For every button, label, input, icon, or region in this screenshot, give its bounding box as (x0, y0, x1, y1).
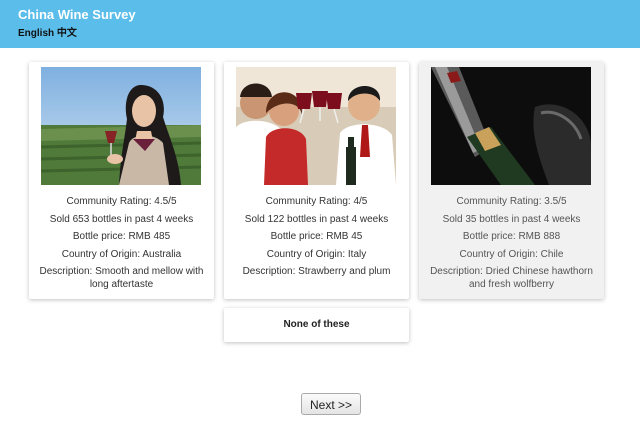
wine-option-card-3[interactable]: Community Rating: 3.5/5 Sold 35 bottles … (419, 62, 604, 299)
bottle-price: Bottle price: RMB 45 (270, 231, 363, 242)
country-of-origin: Country of Origin: Italy (266, 248, 367, 260)
app-title: China Wine Survey (18, 7, 136, 22)
next-button[interactable]: Next >> (301, 393, 361, 415)
wine-option-card-2[interactable]: Community Rating: 4/5 Sold 122 bottles i… (224, 62, 409, 299)
bottle-price: Bottle price: RMB 485 (72, 231, 171, 242)
country-of-origin: Country of Origin: Australia (61, 248, 182, 260)
community-rating: Community Rating: 4.5/5 (66, 196, 177, 207)
language-switcher: English 中文 (18, 24, 77, 39)
header-bar: China Wine Survey English 中文 (0, 0, 640, 48)
lang-chinese-link[interactable]: 中文 (57, 28, 77, 39)
wine-photo-corkscrew-bottle (431, 67, 591, 185)
wine-description: Description: Smooth and mellow with long… (39, 266, 204, 290)
bottles-sold: Sold 653 bottles in past 4 weeks (49, 213, 194, 225)
community-rating: Community Rating: 4/5 (265, 196, 368, 207)
lang-english-link[interactable]: English (18, 28, 54, 39)
wine-photo-friends-toasting (236, 67, 396, 185)
none-of-these-option[interactable]: None of these (224, 308, 409, 342)
wine-photo-woman-tasting (41, 67, 201, 185)
wine-description: Description: Strawberry and plum (242, 266, 391, 277)
bottles-sold: Sold 35 bottles in past 4 weeks (442, 213, 581, 225)
bottle-price: Bottle price: RMB 888 (462, 231, 561, 242)
community-rating: Community Rating: 3.5/5 (456, 196, 567, 207)
wine-option-card-1[interactable]: Community Rating: 4.5/5 Sold 653 bottles… (29, 62, 214, 299)
wine-description: Description: Dried Chinese hawthorn and … (430, 266, 593, 290)
country-of-origin: Country of Origin: Chile (459, 248, 564, 260)
bottles-sold: Sold 122 bottles in past 4 weeks (244, 213, 389, 225)
